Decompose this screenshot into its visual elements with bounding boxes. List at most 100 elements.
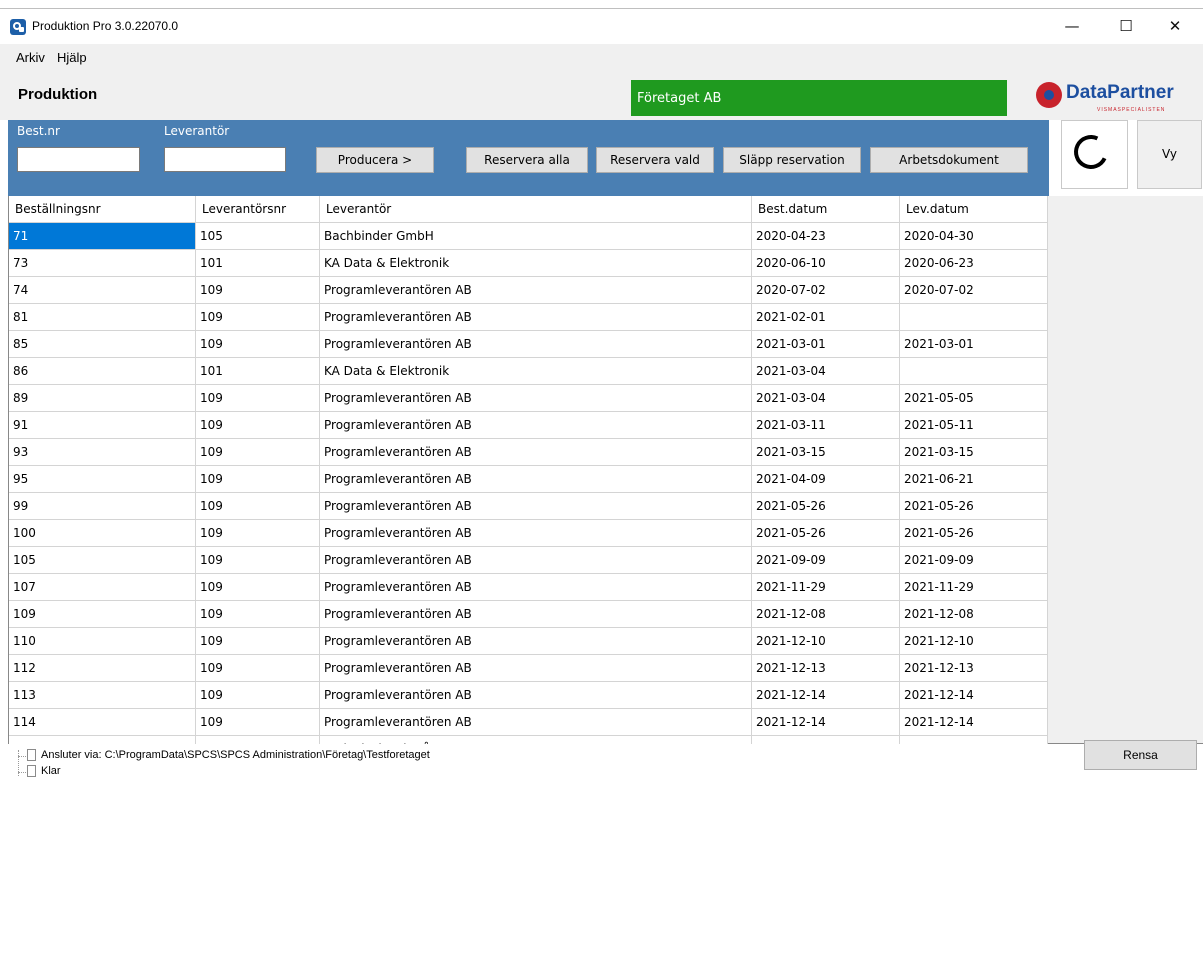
- cell-best-datum[interactable]: 2021-05-26: [752, 493, 900, 520]
- cell-best-datum[interactable]: 2021-11-29: [752, 574, 900, 601]
- table-row[interactable]: 81 109 Programleverantören AB 2021-02-01: [9, 304, 1048, 331]
- cell-best-datum[interactable]: 2021-09-09: [752, 547, 900, 574]
- cell-lev-datum[interactable]: 2021-03-15: [900, 439, 1048, 466]
- cell-lev-datum[interactable]: 2021-03-01: [900, 331, 1048, 358]
- table-row[interactable]: 114 109 Programleverantören AB 2021-12-14 20…: [9, 709, 1048, 736]
- table-row[interactable]: 89 109 Programleverantören AB 2021-03-04 202…: [9, 385, 1048, 412]
- leverantor-input[interactable]: [164, 147, 286, 172]
- table-row[interactable]: 71 105 Bachbinder GmbH 2020-04-23 2020-04-30: [9, 223, 1048, 250]
- cell-best-datum[interactable]: 2020-04-23: [752, 223, 900, 250]
- slapp-reservation-button[interactable]: Släpp reservation: [723, 147, 861, 173]
- refresh-button[interactable]: [1061, 120, 1128, 189]
- cell-leverantorsnr[interactable]: 109: [196, 304, 320, 331]
- table-row[interactable]: 112 109 Programleverantören AB 2021-12-13 20…: [9, 655, 1048, 682]
- cell-leverantorsnr[interactable]: 109: [196, 412, 320, 439]
- cell-lev-datum[interactable]: 2021-05-05: [900, 385, 1048, 412]
- col-header-leverantor[interactable]: Leverantör: [320, 196, 752, 223]
- cell-lev-datum[interactable]: 2021-12-13: [900, 655, 1048, 682]
- cell-leverantorsnr[interactable]: 109: [196, 709, 320, 736]
- cell-lev-datum[interactable]: 2021-09-09: [900, 547, 1048, 574]
- cell-lev-datum[interactable]: 2021-05-11: [900, 412, 1048, 439]
- cell-leverantorsnr[interactable]: 109: [196, 520, 320, 547]
- cell-leverantor[interactable]: Programleverantören AB: [320, 331, 752, 358]
- cell-leverantor[interactable]: Programleverantören AB: [320, 520, 752, 547]
- cell-best-datum[interactable]: 2020-06-10: [752, 250, 900, 277]
- table-row[interactable]: 100 109 Programleverantören AB 2021-05-26 20…: [9, 520, 1048, 547]
- cell-leverantorsnr[interactable]: 109: [196, 331, 320, 358]
- cell-bestallningsnr[interactable]: 89: [9, 385, 196, 412]
- cell-leverantor[interactable]: Programleverantören AB: [320, 304, 752, 331]
- table-row[interactable]: 91 109 Programleverantören AB 2021-03-11 202…: [9, 412, 1048, 439]
- table-row[interactable]: 86 101 KA Data & Elektronik 2021-03-04: [9, 358, 1048, 385]
- cell-bestallningsnr[interactable]: 100: [9, 520, 196, 547]
- cell-best-datum[interactable]: 2021-03-04: [752, 385, 900, 412]
- cell-best-datum[interactable]: 2021-03-15: [752, 439, 900, 466]
- table-row[interactable]: 113 109 Programleverantören AB 2021-12-14 20…: [9, 682, 1048, 709]
- cell-leverantorsnr[interactable]: 101: [196, 250, 320, 277]
- cell-lev-datum[interactable]: 2021-12-10: [900, 628, 1048, 655]
- cell-leverantor[interactable]: KA Data & Elektronik: [320, 358, 752, 385]
- reservera-alla-button[interactable]: Reservera alla: [466, 147, 588, 173]
- cell-leverantorsnr[interactable]: 109: [196, 682, 320, 709]
- cell-lev-datum[interactable]: 2020-07-02: [900, 277, 1048, 304]
- close-button[interactable]: ✕: [1152, 11, 1198, 41]
- cell-leverantor[interactable]: Programleverantören AB: [320, 709, 752, 736]
- cell-lev-datum[interactable]: 2021-05-26: [900, 520, 1048, 547]
- col-header-lev-datum[interactable]: Lev.datum: [900, 196, 1048, 223]
- cell-leverantor[interactable]: Programleverantören AB: [320, 547, 752, 574]
- cell-leverantor[interactable]: Programleverantören AB: [320, 439, 752, 466]
- table-row[interactable]: 110 109 Programleverantören AB 2021-12-10 20…: [9, 628, 1048, 655]
- cell-best-datum[interactable]: 2021-04-09: [752, 466, 900, 493]
- cell-bestallningsnr[interactable]: 113: [9, 682, 196, 709]
- cell-lev-datum[interactable]: 2021-06-21: [900, 466, 1048, 493]
- cell-leverantor[interactable]: Programleverantören AB: [320, 628, 752, 655]
- cell-leverantor[interactable]: Programleverantören AB: [320, 493, 752, 520]
- cell-best-datum[interactable]: 2021-12-14: [752, 709, 900, 736]
- orders-grid[interactable]: Beställningsnr Leverantörsnr Leverantör …: [8, 196, 1203, 898]
- cell-bestallningsnr[interactable]: 112: [9, 655, 196, 682]
- col-header-bestallningsnr[interactable]: Beställningsnr: [9, 196, 196, 223]
- maximize-button[interactable]: ☐: [1103, 11, 1149, 41]
- cell-best-datum[interactable]: 2021-12-13: [752, 655, 900, 682]
- cell-bestallningsnr[interactable]: 86: [9, 358, 196, 385]
- table-row[interactable]: 73 101 KA Data & Elektronik 2020-06-10 2020-…: [9, 250, 1048, 277]
- cell-leverantor[interactable]: Bachbinder GmbH: [320, 223, 752, 250]
- cell-leverantor[interactable]: Programleverantören AB: [320, 385, 752, 412]
- cell-bestallningsnr[interactable]: 73: [9, 250, 196, 277]
- arbetsdokument-button[interactable]: Arbetsdokument: [870, 147, 1028, 173]
- cell-leverantorsnr[interactable]: 109: [196, 493, 320, 520]
- cell-best-datum[interactable]: 2021-12-10: [752, 628, 900, 655]
- table-row[interactable]: 109 109 Programleverantören AB 2021-12-08 20…: [9, 601, 1048, 628]
- cell-lev-datum[interactable]: 2021-12-14: [900, 709, 1048, 736]
- cell-leverantor[interactable]: Programleverantören AB: [320, 655, 752, 682]
- cell-bestallningsnr[interactable]: 105: [9, 547, 196, 574]
- cell-leverantorsnr[interactable]: 109: [196, 277, 320, 304]
- cell-best-datum[interactable]: 2021-05-26: [752, 520, 900, 547]
- cell-lev-datum[interactable]: 2021-05-26: [900, 493, 1048, 520]
- best-nr-input[interactable]: [17, 147, 140, 172]
- table-row[interactable]: 95 109 Programleverantören AB 2021-04-09 202…: [9, 466, 1048, 493]
- cell-leverantorsnr[interactable]: 101: [196, 358, 320, 385]
- cell-best-datum[interactable]: 2021-12-08: [752, 601, 900, 628]
- cell-leverantor[interactable]: KA Data & Elektronik: [320, 250, 752, 277]
- cell-bestallningsnr[interactable]: 93: [9, 439, 196, 466]
- cell-best-datum[interactable]: 2021-03-01: [752, 331, 900, 358]
- cell-lev-datum[interactable]: 2021-12-14: [900, 682, 1048, 709]
- col-header-leverantorsnr[interactable]: Leverantörsnr: [196, 196, 320, 223]
- table-row[interactable]: 99 109 Programleverantören AB 2021-05-26 202…: [9, 493, 1048, 520]
- cell-leverantor[interactable]: Programleverantören AB: [320, 277, 752, 304]
- cell-leverantorsnr[interactable]: 105: [196, 223, 320, 250]
- table-row[interactable]: 105 109 Programleverantören AB 2021-09-09 20…: [9, 547, 1048, 574]
- cell-leverantorsnr[interactable]: 109: [196, 385, 320, 412]
- cell-leverantor[interactable]: Programleverantören AB: [320, 682, 752, 709]
- cell-leverantor[interactable]: Programleverantören AB: [320, 412, 752, 439]
- cell-bestallningsnr[interactable]: 85: [9, 331, 196, 358]
- cell-bestallningsnr[interactable]: 99: [9, 493, 196, 520]
- cell-leverantor[interactable]: Programleverantören AB: [320, 466, 752, 493]
- cell-lev-datum[interactable]: [900, 304, 1048, 331]
- col-header-best-datum[interactable]: Best.datum: [752, 196, 900, 223]
- cell-lev-datum[interactable]: [900, 358, 1048, 385]
- cell-bestallningsnr[interactable]: 109: [9, 601, 196, 628]
- cell-best-datum[interactable]: 2021-12-14: [752, 682, 900, 709]
- cell-leverantorsnr[interactable]: 109: [196, 628, 320, 655]
